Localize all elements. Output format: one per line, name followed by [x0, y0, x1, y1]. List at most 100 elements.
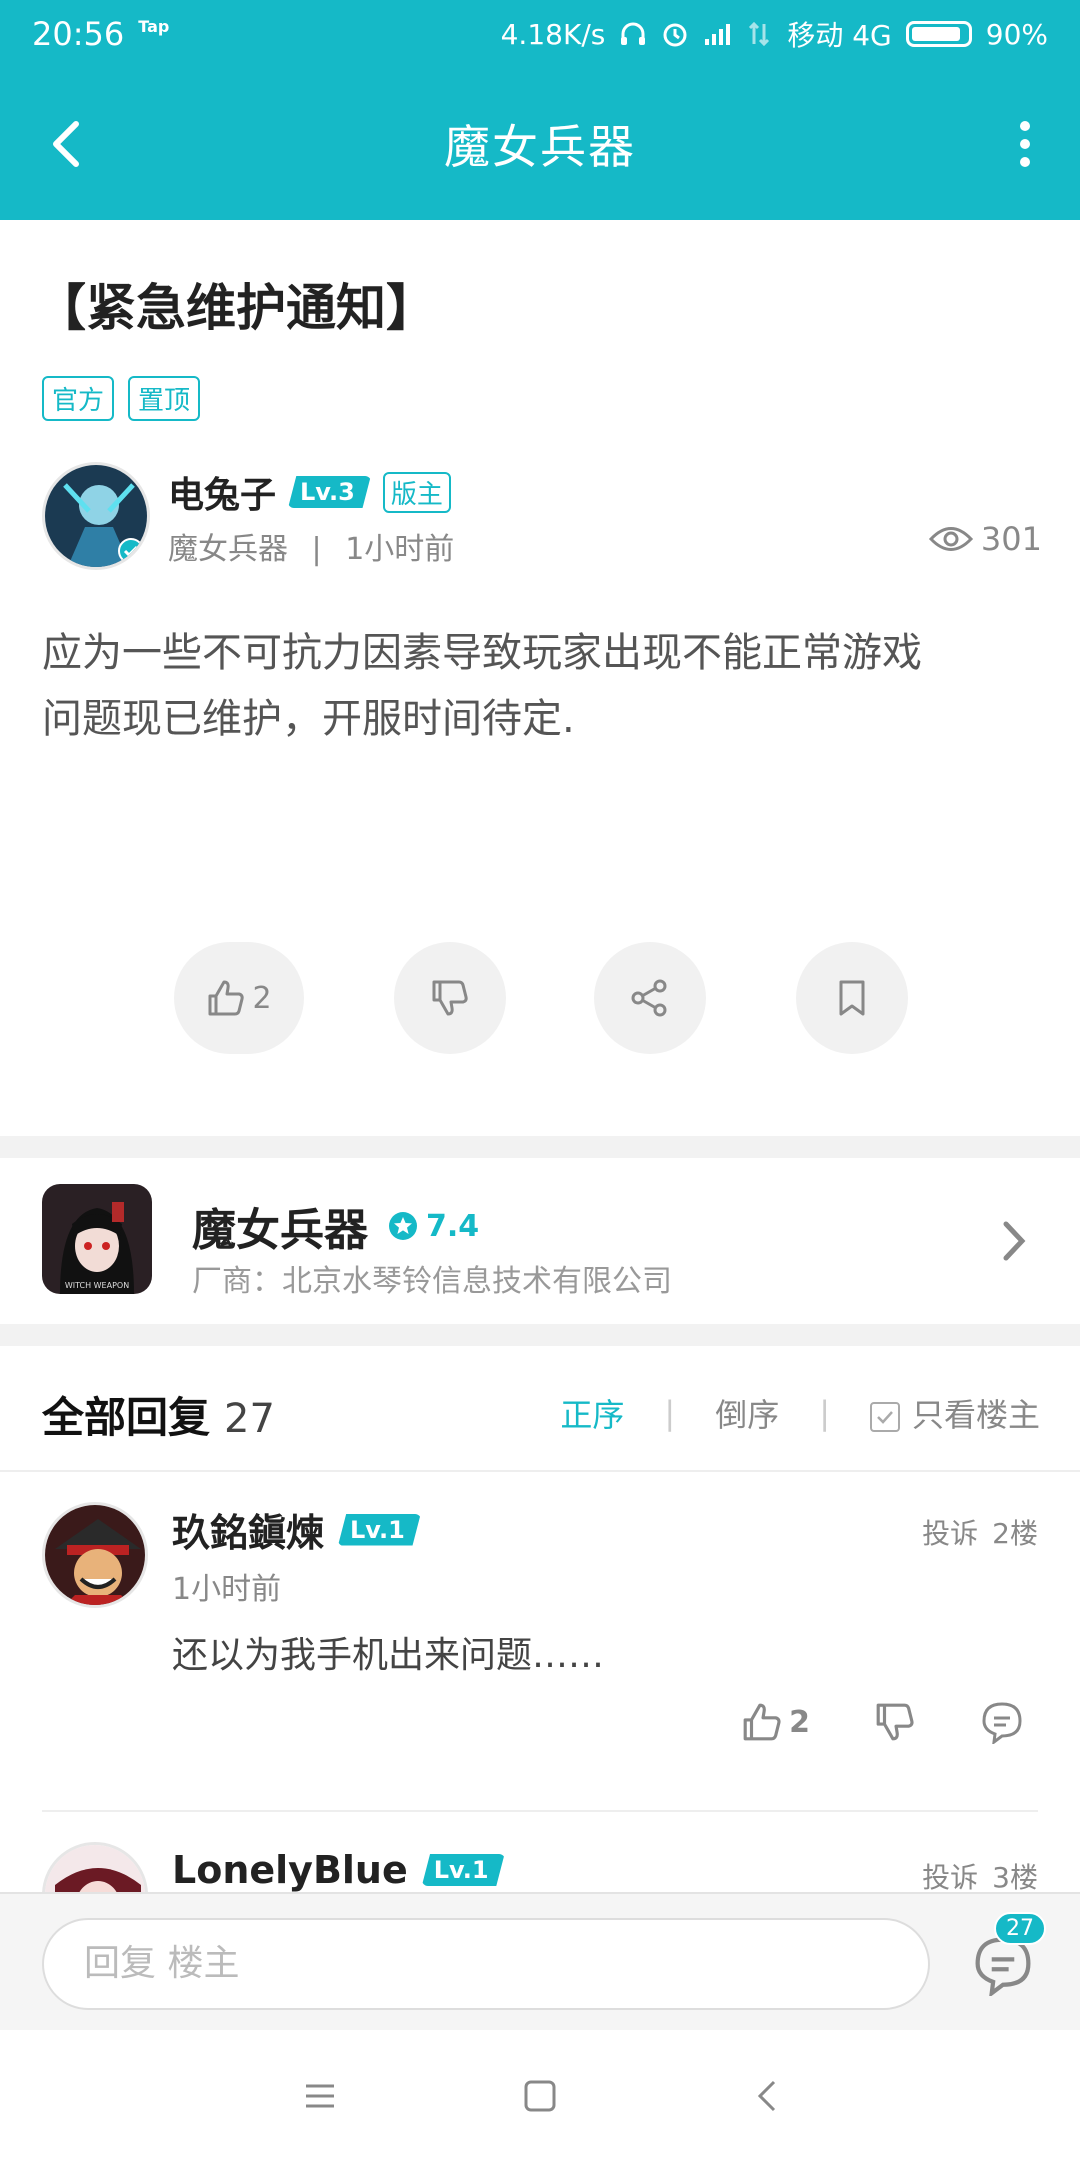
game-card[interactable]: WITCH WEAPON 魔女兵器 7.4 厂商：北京水琴铃信息技术有限公司 [0, 1158, 1080, 1324]
comment-icon[interactable] [980, 1700, 1024, 1744]
post-time: 1小时前 [345, 532, 455, 567]
post-tags: 官方 置顶 [42, 376, 201, 421]
game-icon-caption: WITCH WEAPON [65, 1281, 129, 1290]
content-line: 应为一些不可抗力因素导致玩家出现不能正常游戏 [42, 630, 922, 676]
share-button[interactable] [594, 942, 706, 1054]
reply-time: 1小时前 [172, 1572, 282, 1607]
reply-username[interactable]: 玖銘鎭煉 [172, 1502, 324, 1557]
game-icon: WITCH WEAPON [42, 1184, 152, 1294]
sort-options: 正序 | 倒序 | 只看楼主 [560, 1390, 1040, 1436]
network-speed: 4.18K/s [500, 17, 606, 51]
sort-separator: | [664, 1394, 676, 1432]
report-link[interactable]: 投诉 [922, 1517, 978, 1550]
checkbox-icon [869, 1402, 900, 1432]
view-count: 301 [928, 520, 1042, 558]
status-right: 4.18K/s 移动 4G 90% [501, 14, 1048, 54]
reply-level-badge: Lv.1 [421, 1854, 505, 1886]
floor-number: 2楼 [992, 1517, 1038, 1550]
post-actions: 2 [0, 942, 1080, 1054]
back-arrow-icon[interactable] [40, 114, 100, 174]
verified-icon [118, 538, 144, 564]
reply-like-button[interactable]: 2 [741, 1701, 810, 1743]
only-owner-toggle[interactable]: 只看楼主 [869, 1390, 1040, 1436]
game-name: 魔女兵器 [192, 1205, 368, 1256]
more-options-icon[interactable] [1010, 114, 1040, 174]
thumbs-down-icon [432, 980, 468, 1016]
game-score: 7.4 [388, 1209, 479, 1244]
system-nav-bar [0, 2030, 1080, 2160]
reply-meta-right: 投诉 3楼 [922, 1856, 1038, 1892]
author-name[interactable]: 电兔子 [168, 466, 276, 518]
score-value: 7.4 [426, 1208, 480, 1244]
battery-icon [905, 21, 972, 47]
replies-title: 全部回复 27 [42, 1384, 275, 1445]
back-icon[interactable] [748, 2076, 788, 2116]
section-divider [0, 1324, 1080, 1346]
reply-text: 还以为我手机出来问题…… [172, 1635, 605, 1676]
sort-separator: | [819, 1394, 830, 1432]
like-button[interactable]: 2 [174, 942, 304, 1054]
views-number: 301 [980, 520, 1042, 558]
reply-like-count: 2 [789, 1704, 810, 1740]
section-divider [0, 1136, 1080, 1158]
menu-icon[interactable] [300, 2076, 340, 2116]
eye-icon [928, 527, 973, 551]
reply-bar: 回复 楼主 27 [0, 1892, 1080, 2030]
reply-input[interactable]: 回复 楼主 [42, 1918, 930, 2010]
sort-ascending[interactable]: 正序 [560, 1390, 624, 1436]
reply-item: LonelyBlue Lv.1 投诉 3楼 [0, 1812, 1080, 1892]
thumbs-up-icon [743, 1703, 781, 1741]
reply-meta-right: 投诉 2楼 [922, 1512, 1038, 1552]
author-name-row: 电兔子 Lv.3 版主 [168, 466, 451, 518]
thumbs-up-icon [208, 980, 245, 1016]
share-icon [631, 979, 667, 1017]
dislike-button[interactable] [394, 942, 506, 1054]
alarm-icon [663, 23, 687, 47]
reply-username[interactable]: LonelyBlue [172, 1848, 408, 1892]
chevron-right-icon [1003, 1221, 1026, 1261]
star-icon [389, 1212, 417, 1240]
replies-label: 全部回复 [42, 1393, 211, 1442]
reply-avatar[interactable] [42, 1842, 148, 1892]
only-owner-label: 只看楼主 [911, 1396, 1040, 1434]
reply-name-row: 玖銘鎭煉 Lv.1 [172, 1502, 421, 1557]
status-bar: 20:56 Tap 4.18K/s 移动 4G 90% [0, 0, 1080, 68]
signal-icon [705, 24, 731, 45]
sort-descending[interactable]: 倒序 [715, 1390, 779, 1436]
game-name-row: 魔女兵器 7.4 [192, 1194, 479, 1258]
post-content: 应为一些不可抗力因素导致玩家出现不能正常游戏 问题现已维护，开服时间待定. [42, 620, 1032, 752]
thumbs-down-icon[interactable] [874, 1701, 916, 1743]
home-icon[interactable] [520, 2076, 560, 2116]
post-author: 电兔子 Lv.3 版主 魔女兵器 | 1小时前 301 [42, 462, 1042, 572]
author-role-badge: 版主 [382, 471, 451, 513]
author-avatar[interactable] [42, 462, 150, 570]
tag-official[interactable]: 官方 [42, 376, 115, 421]
author-level-badge: Lv.3 [288, 476, 371, 508]
carrier-label: 移动 4G [787, 19, 892, 52]
reply-actions: 2 [741, 1700, 1024, 1744]
report-link[interactable]: 投诉 [922, 1861, 978, 1892]
content-line: 问题现已维护，开服时间待定. [42, 696, 575, 742]
post-title: 【紧急维护通知】 [36, 279, 436, 337]
reply-name-row: LonelyBlue Lv.1 [172, 1848, 505, 1892]
reply-avatar[interactable] [42, 1502, 148, 1608]
status-time: 20:56 [32, 15, 125, 53]
headphone-icon [621, 22, 646, 45]
meta-separator: | [311, 532, 322, 567]
author-meta: 魔女兵器 | 1小时前 [168, 524, 454, 568]
battery-percent: 90% [985, 17, 1048, 51]
game-vendor: 厂商：北京水琴铃信息技术有限公司 [192, 1264, 672, 1299]
replies-header: 全部回复 27 正序 | 倒序 | 只看楼主 [0, 1346, 1080, 1472]
post-forum: 魔女兵器 [168, 532, 288, 567]
page-title: 魔女兵器 [444, 120, 636, 174]
bookmark-icon [839, 980, 865, 1016]
comment-count-badge: 27 [994, 1912, 1046, 1945]
replies-count: 27 [224, 1396, 275, 1442]
bookmark-button[interactable] [796, 942, 908, 1054]
data-transfer-icon [749, 21, 770, 47]
top-nav-bar: 魔女兵器 [0, 68, 1080, 220]
reply-level-badge: Lv.1 [338, 1513, 421, 1546]
tag-pinned[interactable]: 置顶 [128, 376, 201, 421]
tap-indicator: Tap [138, 16, 170, 36]
reply-item: 玖銘鎭煉 Lv.1 投诉 2楼 1小时前 还以为我手机出来问题…… 2 [0, 1472, 1080, 1812]
